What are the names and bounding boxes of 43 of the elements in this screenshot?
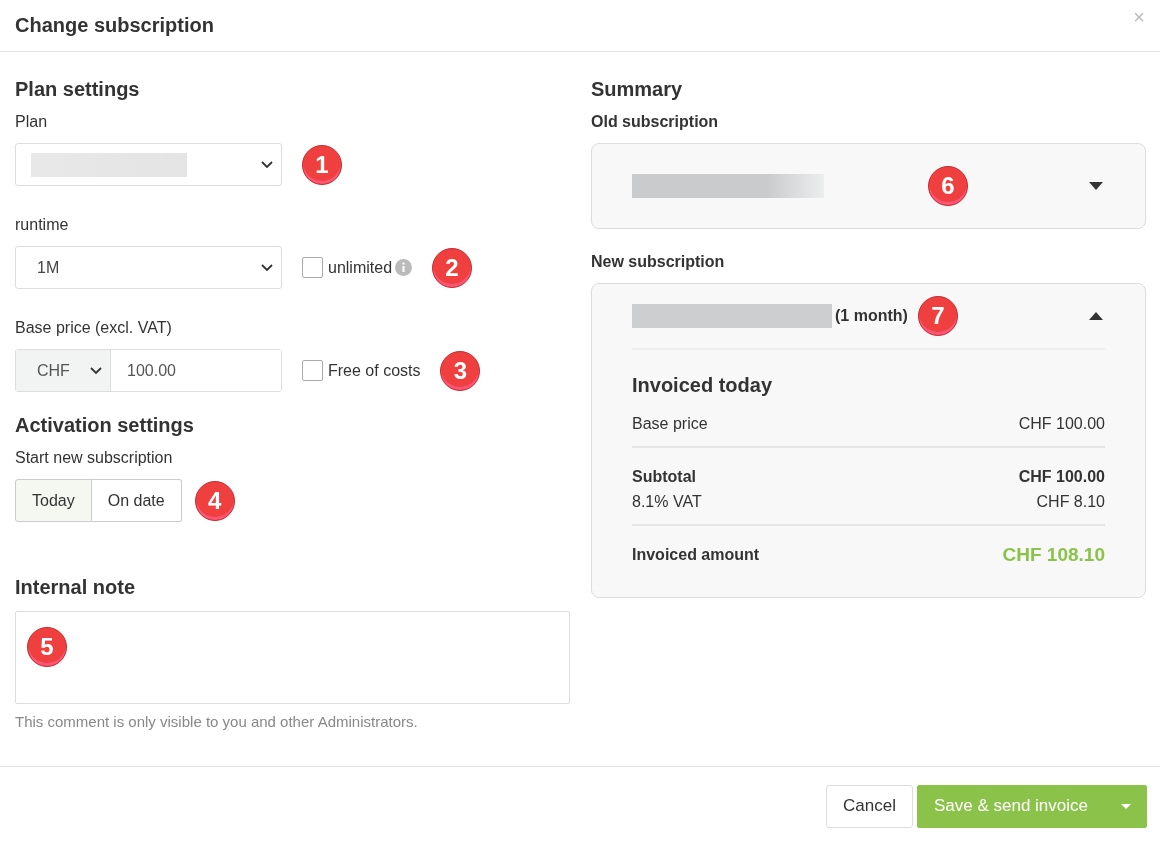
number-badge: 6 xyxy=(928,166,968,206)
toggle-option[interactable]: On date xyxy=(91,479,182,522)
cancel-button[interactable]: Cancel xyxy=(826,784,913,828)
subsection-label: New subscription xyxy=(591,253,726,271)
number-badge: 2 xyxy=(432,247,473,288)
note-field[interactable] xyxy=(15,611,570,704)
toggle-option[interactable]: Today xyxy=(15,479,92,522)
price-field[interactable]: CHF 100.00 xyxy=(15,349,282,392)
plan-select[interactable] xyxy=(15,143,282,186)
number-badge: 4 xyxy=(194,480,235,521)
period-text: (1 month) xyxy=(835,307,908,325)
section-heading: Plan settings xyxy=(15,78,141,101)
checkbox[interactable]: Free of costs xyxy=(302,360,421,381)
section-heading: Activation settings xyxy=(15,414,195,437)
line-label: Subtotal xyxy=(632,467,696,487)
number-badge: 3 xyxy=(440,350,481,391)
dialog-title: Change subscription xyxy=(15,14,214,37)
section-title: Invoiced today xyxy=(632,374,774,397)
chevron-down-icon xyxy=(261,263,273,272)
info-icon xyxy=(395,259,413,276)
caret-icon xyxy=(1121,803,1131,809)
line-amount: CHF 100.00 xyxy=(1018,467,1105,487)
runtime-select[interactable]: 1M xyxy=(15,246,282,289)
number-badge: 1 xyxy=(302,144,342,185)
line-label: Base price xyxy=(632,414,708,434)
line-amount: CHF 8.10 xyxy=(1036,492,1105,512)
total-amount: CHF 108.10 xyxy=(1002,543,1105,567)
checkbox[interactable]: unlimited xyxy=(302,257,393,278)
section-heading: Summary xyxy=(591,78,684,101)
field-label: Start new subscription xyxy=(15,449,174,467)
section-heading: Internal note xyxy=(15,576,136,599)
currency-select[interactable]: CHF xyxy=(16,350,111,391)
field-label: Plan xyxy=(15,113,49,131)
help-text: This comment is only visible to you and other Administrators. xyxy=(15,713,419,730)
number-badge: 7 xyxy=(917,296,958,336)
field-label: Base price (excl. VAT) xyxy=(15,319,173,337)
field-label: runtime xyxy=(15,216,70,234)
line-amount: CHF 100.00 xyxy=(1018,414,1105,434)
chevron-down-icon xyxy=(261,160,273,169)
chevron-down-icon xyxy=(90,366,102,375)
line-label: Invoiced amount xyxy=(632,545,760,565)
subsection-label: Old subscription xyxy=(591,113,720,131)
line-label: 8.1% VAT xyxy=(632,492,702,512)
